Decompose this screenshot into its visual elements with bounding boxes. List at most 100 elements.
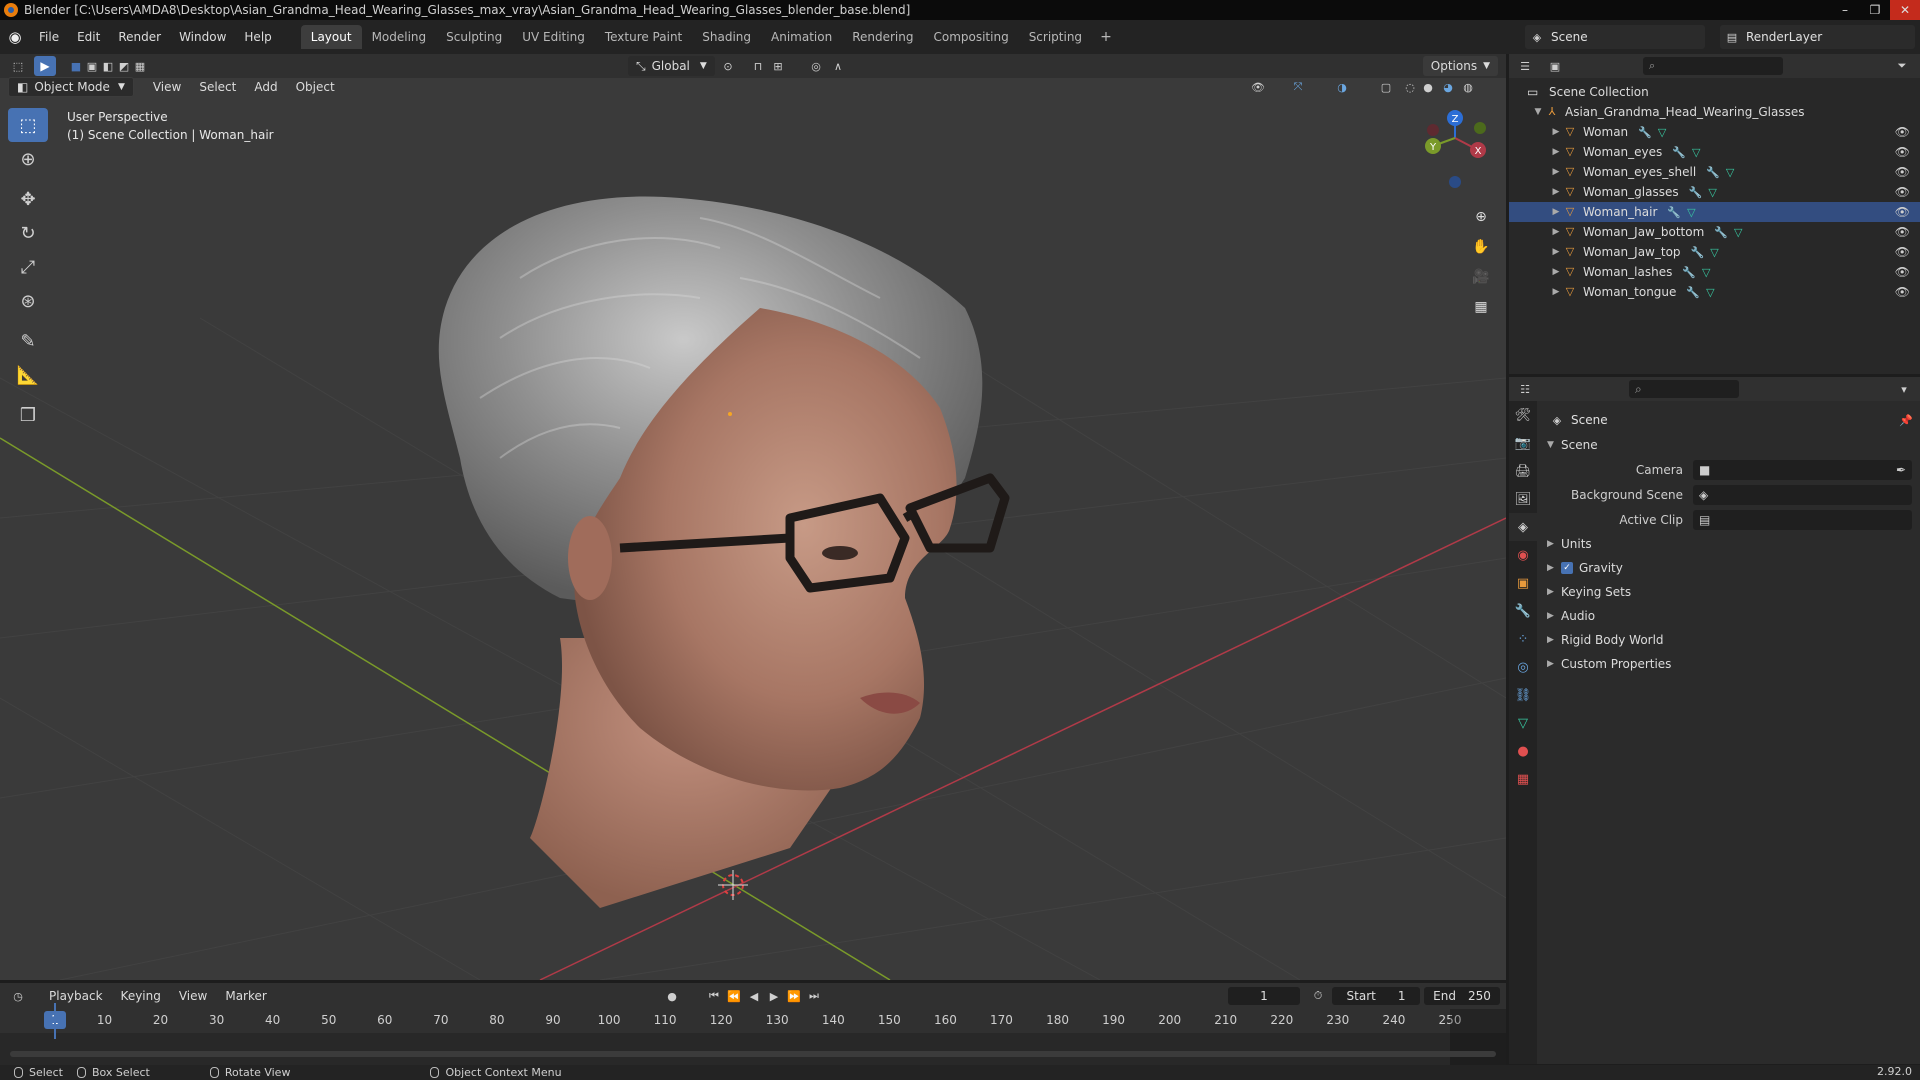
outliner-search-input[interactable]: ⌕ bbox=[1643, 57, 1783, 75]
select-subtract-icon[interactable]: ◧ bbox=[100, 58, 116, 74]
tab-shading[interactable]: Shading bbox=[692, 25, 761, 49]
eye-icon[interactable]: 👁 bbox=[1895, 225, 1910, 239]
scene-tab-icon[interactable]: ◈ bbox=[1509, 513, 1537, 541]
audio-panel-header[interactable]: ▶ Audio bbox=[1543, 604, 1914, 628]
constraints-tab-icon[interactable]: ⛓ bbox=[1509, 681, 1537, 709]
gizmo-toggle-icon[interactable]: ⤧ bbox=[1290, 79, 1306, 95]
options-dropdown[interactable]: Options ▼ bbox=[1422, 56, 1498, 76]
expand-right-icon[interactable]: ▶ bbox=[1549, 227, 1563, 237]
keying-sets-panel-header[interactable]: ▶ Keying Sets bbox=[1543, 580, 1914, 604]
navigation-gizmo[interactable]: Z X Y bbox=[1425, 110, 1486, 188]
outliner-item-woman-jaw-top[interactable]: ▶ ▽ Woman_Jaw_top 🔧 ▽ 👁 bbox=[1509, 242, 1920, 262]
zoom-icon[interactable]: ⊕ bbox=[1468, 204, 1494, 230]
visibility-icon[interactable]: 👁 bbox=[1250, 79, 1266, 95]
editor-type-icon[interactable]: ⬚ bbox=[10, 58, 26, 74]
mesh-data-icon[interactable]: ▽ bbox=[1708, 186, 1716, 199]
timeline-editor-type-icon[interactable]: ◷ bbox=[10, 988, 26, 1004]
tool-tab-icon[interactable]: 🛠 bbox=[1509, 401, 1537, 429]
proportional-editing-icon[interactable]: ◎ bbox=[808, 58, 824, 74]
transform-orientation-dropdown[interactable]: ⤡ Global ▼ bbox=[628, 56, 715, 76]
eye-icon[interactable]: 👁 bbox=[1895, 205, 1910, 219]
outliner-item-woman-tongue[interactable]: ▶ ▽ Woman_tongue 🔧 ▽ 👁 bbox=[1509, 282, 1920, 302]
outliner-item-woman-eyes-shell[interactable]: ▶ ▽ Woman_eyes_shell 🔧 ▽ 👁 bbox=[1509, 162, 1920, 182]
expand-right-icon[interactable]: ▶ bbox=[1549, 167, 1563, 177]
data-tab-icon[interactable]: ▽ bbox=[1509, 709, 1537, 737]
eyedropper-icon[interactable]: ✒ bbox=[1896, 463, 1906, 477]
properties-search-input[interactable]: ⌕ bbox=[1629, 380, 1739, 398]
select-extend-icon[interactable]: ▣ bbox=[84, 58, 100, 74]
modifier-icon[interactable]: 🔧 bbox=[1672, 146, 1686, 159]
background-scene-field[interactable]: ◈ bbox=[1693, 484, 1912, 505]
tab-uv-editing[interactable]: UV Editing bbox=[512, 25, 595, 49]
eye-icon[interactable]: 👁 bbox=[1895, 265, 1910, 279]
units-panel-header[interactable]: ▶ Units bbox=[1543, 532, 1914, 556]
menu-edit[interactable]: Edit bbox=[68, 30, 109, 44]
mesh-data-icon[interactable]: ▽ bbox=[1734, 226, 1742, 239]
playhead[interactable] bbox=[54, 1003, 56, 1039]
3d-viewport[interactable]: Z X Y User Perspective (1) Scene Collect… bbox=[0, 78, 1506, 980]
properties-editor-type-icon[interactable]: ☷ bbox=[1517, 381, 1533, 397]
end-frame-field[interactable]: End 250 bbox=[1424, 987, 1500, 1005]
viewport-menu-view[interactable]: View bbox=[144, 80, 190, 94]
rigid-body-world-panel-header[interactable]: ▶ Rigid Body World bbox=[1543, 628, 1914, 652]
timeline-menu-playback[interactable]: Playback bbox=[40, 989, 112, 1003]
start-frame-field[interactable]: Start 1 bbox=[1332, 987, 1420, 1005]
expand-right-icon[interactable]: ▶ bbox=[1549, 267, 1563, 277]
view-layer-tab-icon[interactable]: 🖼 bbox=[1509, 485, 1537, 513]
modifier-icon[interactable]: 🔧 bbox=[1667, 206, 1681, 219]
maximize-button[interactable]: ❐ bbox=[1860, 0, 1890, 20]
modifier-icon[interactable]: 🔧 bbox=[1691, 246, 1705, 259]
menu-help[interactable]: Help bbox=[235, 30, 280, 44]
outliner-item-woman-glasses[interactable]: ▶ ▽ Woman_glasses 🔧 ▽ 👁 bbox=[1509, 182, 1920, 202]
prev-keyframe-icon[interactable]: ⏪ bbox=[726, 988, 742, 1004]
rendered-shading-icon[interactable]: ◍ bbox=[1460, 79, 1476, 95]
object-tab-icon[interactable]: ▣ bbox=[1509, 569, 1537, 597]
viewport-menu-select[interactable]: Select bbox=[190, 80, 245, 94]
scale-tool-icon[interactable]: ⤢ bbox=[8, 250, 48, 284]
add-workspace-button[interactable]: + bbox=[1092, 25, 1120, 49]
expand-right-icon[interactable]: ▶ bbox=[1549, 187, 1563, 197]
select-invert-icon[interactable]: ◩ bbox=[116, 58, 132, 74]
mesh-data-icon[interactable]: ▽ bbox=[1706, 286, 1714, 299]
eye-icon[interactable]: 👁 bbox=[1895, 145, 1910, 159]
modifier-icon[interactable]: 🔧 bbox=[1638, 126, 1652, 139]
annotate-tool-icon[interactable]: ✎ bbox=[8, 324, 48, 358]
tab-sculpting[interactable]: Sculpting bbox=[436, 25, 512, 49]
select-box-tool-icon[interactable]: ⬚ bbox=[8, 108, 48, 142]
outliner-collection[interactable]: ▼ ⅄ Asian_Grandma_Head_Wearing_Glasses bbox=[1509, 102, 1920, 122]
modifier-tab-icon[interactable]: 🔧 bbox=[1509, 597, 1537, 625]
eye-icon[interactable]: 👁 bbox=[1895, 185, 1910, 199]
jump-start-icon[interactable]: ⏮ bbox=[706, 988, 722, 1004]
material-tab-icon[interactable]: ● bbox=[1509, 737, 1537, 765]
wireframe-shading-icon[interactable]: ◌ bbox=[1402, 79, 1418, 95]
chevron-down-icon[interactable]: ▾ bbox=[1896, 381, 1912, 397]
cursor-tool-icon[interactable]: ⊕ bbox=[8, 142, 48, 176]
tab-modeling[interactable]: Modeling bbox=[362, 25, 437, 49]
measure-tool-icon[interactable]: 📐 bbox=[8, 358, 48, 392]
expand-right-icon[interactable]: ▶ bbox=[1549, 147, 1563, 157]
camera-view-icon[interactable]: 🎥 bbox=[1468, 264, 1494, 290]
modifier-icon[interactable]: 🔧 bbox=[1706, 166, 1720, 179]
blender-menu-icon[interactable]: ◉ bbox=[0, 28, 30, 46]
overlay-toggle-icon[interactable]: ◑ bbox=[1334, 79, 1350, 95]
modifier-icon[interactable]: 🔧 bbox=[1682, 266, 1696, 279]
eye-icon[interactable]: 👁 bbox=[1895, 245, 1910, 259]
menu-render[interactable]: Render bbox=[109, 30, 170, 44]
mesh-data-icon[interactable]: ▽ bbox=[1710, 246, 1718, 259]
mesh-data-icon[interactable]: ▽ bbox=[1658, 126, 1666, 139]
expand-right-icon[interactable]: ▶ bbox=[1549, 207, 1563, 217]
view-layer-selector[interactable]: ▤ RenderLayer bbox=[1720, 25, 1915, 49]
timeline-menu-keying[interactable]: Keying bbox=[112, 989, 170, 1003]
timeline-menu-view[interactable]: View bbox=[170, 989, 216, 1003]
modifier-icon[interactable]: 🔧 bbox=[1686, 286, 1700, 299]
next-keyframe-icon[interactable]: ⏩ bbox=[786, 988, 802, 1004]
object-mode-dropdown[interactable]: ◧ Object Mode ▼ bbox=[8, 77, 134, 97]
outliner-item-woman-lashes[interactable]: ▶ ▽ Woman_lashes 🔧 ▽ 👁 bbox=[1509, 262, 1920, 282]
rotate-tool-icon[interactable]: ↻ bbox=[8, 216, 48, 250]
jump-end-icon[interactable]: ⏭ bbox=[806, 988, 822, 1004]
eye-icon[interactable]: 👁 bbox=[1895, 285, 1910, 299]
scene-panel-header[interactable]: ▼ Scene bbox=[1543, 433, 1914, 457]
close-button[interactable]: ✕ bbox=[1890, 0, 1920, 20]
display-mode-icon[interactable]: ▣ bbox=[1547, 58, 1563, 74]
tab-compositing[interactable]: Compositing bbox=[923, 25, 1018, 49]
